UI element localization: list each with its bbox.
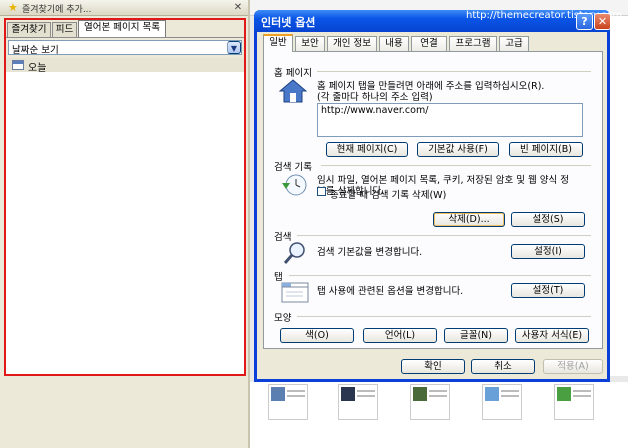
favorites-pane-header: ★ 즐겨찾기에 추가... ✕ xyxy=(0,0,250,16)
tabs-description: 탭 사용에 관련된 옵션을 변경합니다. xyxy=(317,286,464,297)
news-thumbnail[interactable] xyxy=(554,384,594,420)
history-heading: 검색 기록 xyxy=(274,162,312,173)
tabs-settings-button[interactable]: 설정(T) xyxy=(511,283,585,298)
homepage-url-input[interactable]: http://www.naver.com/ xyxy=(317,103,583,137)
appearance-heading: 모양 xyxy=(274,313,292,324)
news-thumbnail[interactable] xyxy=(268,384,308,420)
history-clock-icon xyxy=(282,174,307,196)
tab-advanced[interactable]: 고급 xyxy=(499,36,529,51)
use-current-button[interactable]: 현재 페이지(C) xyxy=(326,142,408,157)
thumbnail-image xyxy=(341,387,355,401)
apply-button[interactable]: 적용(A) xyxy=(543,359,603,374)
thumbnail-image xyxy=(271,387,285,401)
tab-connections[interactable]: 연결 xyxy=(411,36,447,51)
tab-programs[interactable]: 프로그램 xyxy=(449,36,497,51)
pane-splitter[interactable] xyxy=(248,0,250,448)
add-favorite-star-icon[interactable]: ★ xyxy=(8,1,18,14)
colors-button[interactable]: 색(O) xyxy=(280,328,354,343)
tab-privacy[interactable]: 개인 정보 xyxy=(327,36,377,51)
section-divider xyxy=(321,165,591,166)
homepage-heading: 홈 페이지 xyxy=(274,68,312,79)
homepage-description-2: (각 줄마다 하나의 주소 입력) xyxy=(317,92,433,103)
delete-on-exit-checkbox[interactable] xyxy=(317,187,326,196)
tabs-window-icon xyxy=(281,282,309,303)
use-default-button[interactable]: 기본값 사용(F) xyxy=(417,142,499,157)
add-to-favorites-label[interactable]: 즐겨찾기에 추가... xyxy=(22,2,91,15)
fonts-button[interactable]: 글꼴(N) xyxy=(444,328,508,343)
section-divider xyxy=(297,235,591,236)
thumbnail-image xyxy=(485,387,499,401)
close-button[interactable]: ✕ xyxy=(594,13,611,30)
cancel-button[interactable]: 취소 xyxy=(471,359,535,374)
use-blank-button[interactable]: 빈 페이지(B) xyxy=(509,142,583,157)
accessibility-button[interactable]: 사용자 서식(E) xyxy=(515,328,589,343)
dialog-title: 인터넷 옵션 xyxy=(261,16,316,29)
section-divider xyxy=(317,71,591,72)
section-divider xyxy=(289,275,591,276)
pane-close-icon[interactable]: ✕ xyxy=(232,2,244,14)
search-description: 검색 기본값을 변경합니다. xyxy=(317,247,423,258)
tab-content[interactable]: 내용 xyxy=(379,36,409,51)
page-content-right xyxy=(607,16,628,376)
help-button[interactable]: ? xyxy=(576,13,593,30)
history-settings-button[interactable]: 설정(S) xyxy=(511,212,585,227)
dialog-client-area: 일반 보안 개인 정보 내용 연결 프로그램 고급 홈 페이지 홈 페이지 탭을… xyxy=(257,32,607,379)
tab-general[interactable]: 일반 xyxy=(263,34,293,52)
section-divider xyxy=(297,316,591,317)
delete-on-exit-label[interactable]: 종료할 때 검색 기록 삭제(W) xyxy=(330,187,446,201)
thumbnail-image xyxy=(557,387,571,401)
house-icon xyxy=(279,79,307,103)
languages-button[interactable]: 언어(L) xyxy=(363,328,437,343)
homepage-url-value: http://www.naver.com/ xyxy=(321,105,429,116)
delete-history-button[interactable]: 삭제(D)... xyxy=(433,212,505,227)
dialog-titlebar[interactable]: 인터넷 옵션 http://themecreator.tistory.com ?… xyxy=(254,10,622,32)
highlight-annotation xyxy=(4,18,246,376)
tab-security[interactable]: 보안 xyxy=(295,36,325,51)
internet-options-dialog: 인터넷 옵션 http://themecreator.tistory.com ?… xyxy=(254,10,622,382)
ok-button[interactable]: 확인 xyxy=(401,359,465,374)
news-thumbnail[interactable] xyxy=(338,384,378,420)
news-thumbnail[interactable] xyxy=(410,384,450,420)
search-settings-button[interactable]: 설정(I) xyxy=(511,244,585,259)
news-thumbnail[interactable] xyxy=(482,384,522,420)
magnifier-icon xyxy=(283,242,305,264)
thumbnail-image xyxy=(413,387,427,401)
